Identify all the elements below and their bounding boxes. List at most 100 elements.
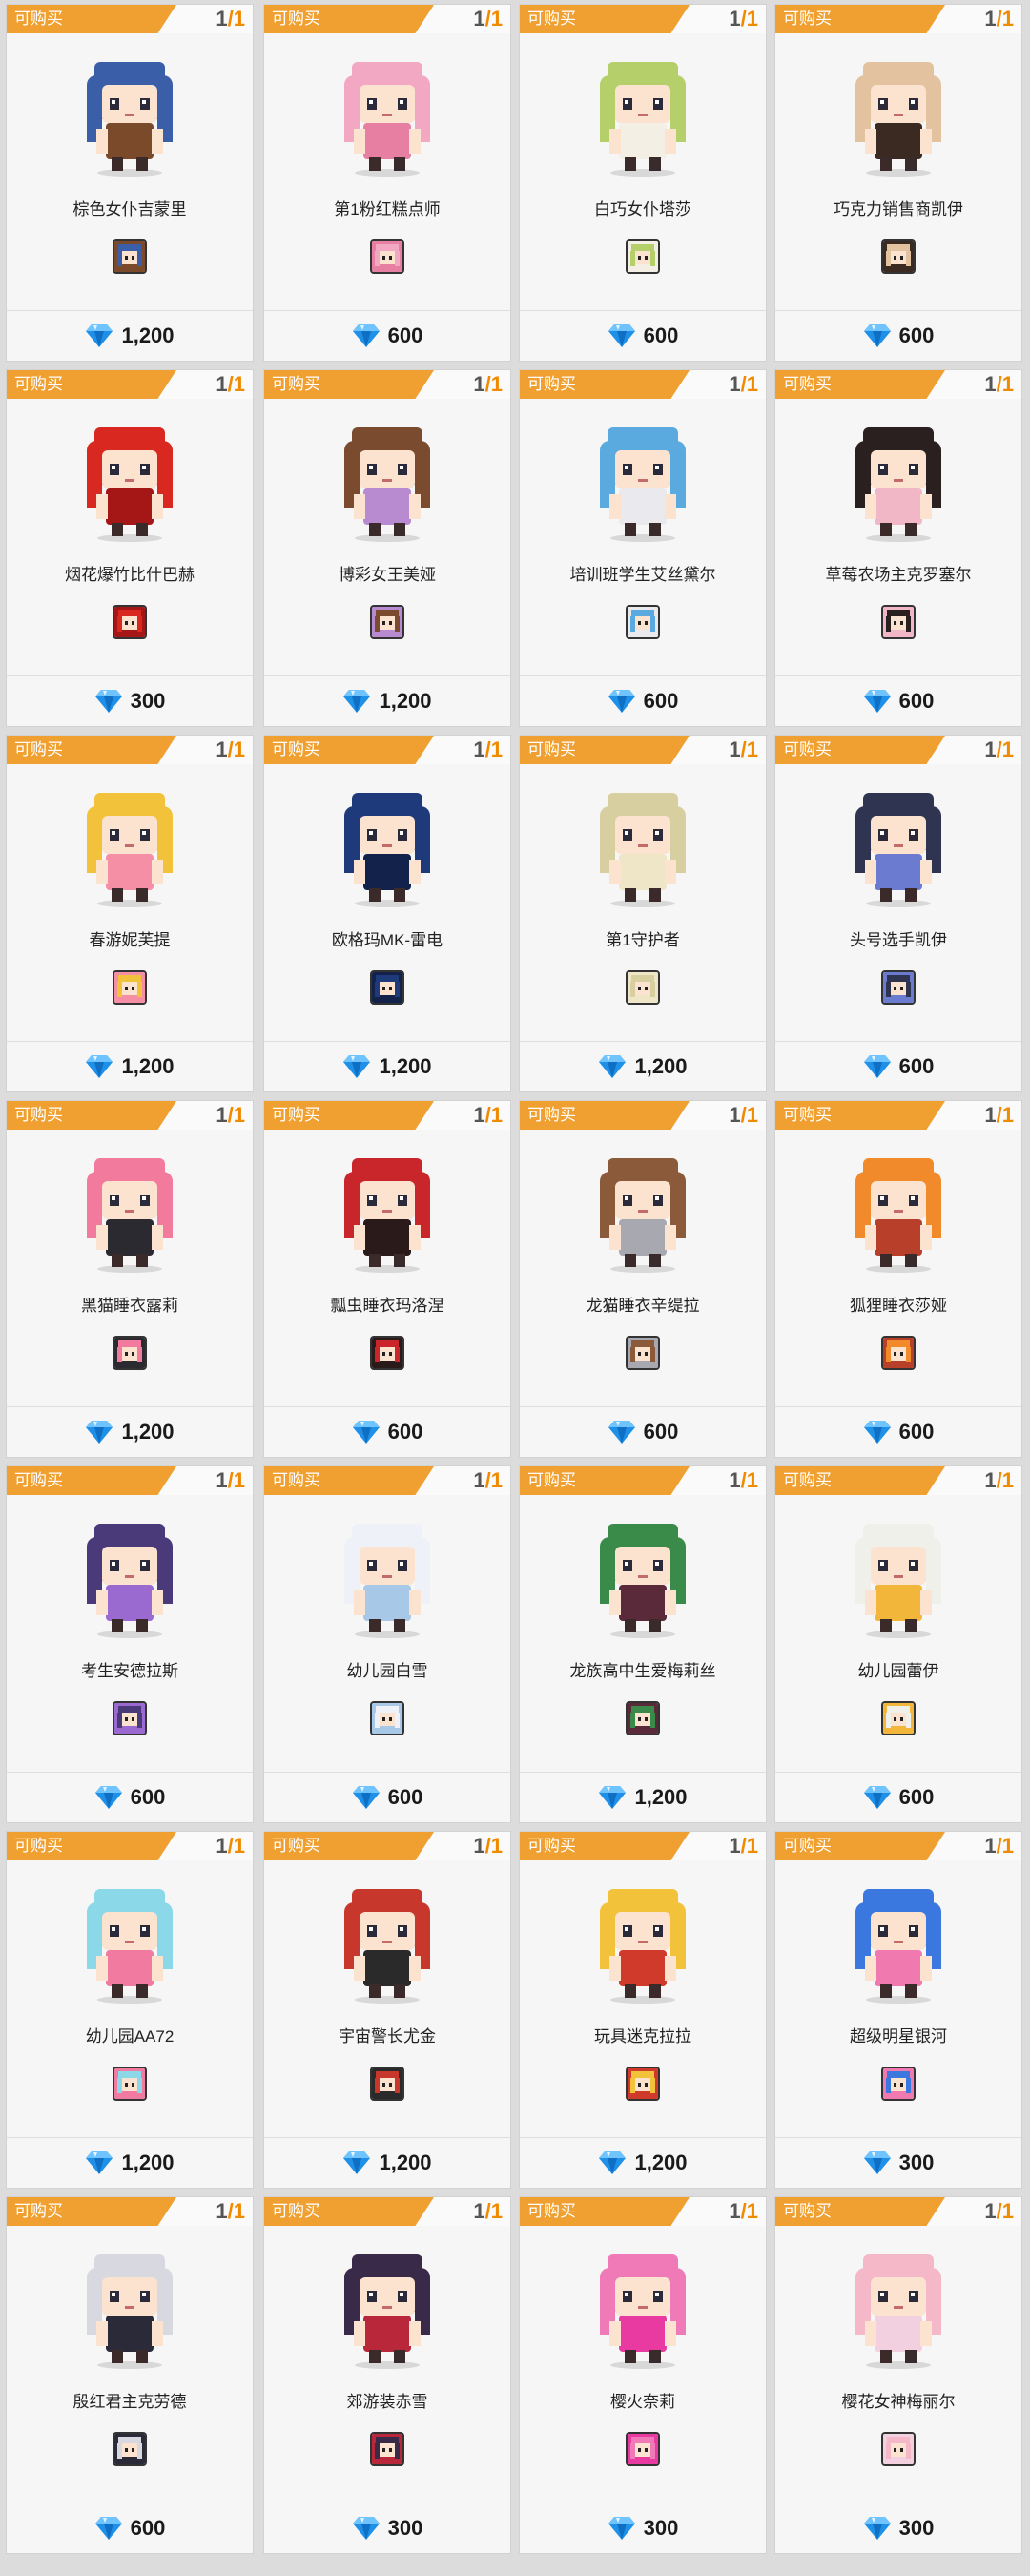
- character-thumbnail-icon[interactable]: [370, 2067, 404, 2101]
- price-bar[interactable]: 600: [7, 1772, 253, 1822]
- item-card[interactable]: 可购买 1/1 瓢虫睡衣玛洛涅 600: [263, 1100, 511, 1458]
- price-bar[interactable]: 1,200: [7, 1041, 253, 1091]
- price-bar[interactable]: 1,200: [264, 2137, 510, 2188]
- character-thumbnail-icon[interactable]: [370, 1701, 404, 1735]
- price-bar[interactable]: 1,200: [264, 675, 510, 726]
- price-bar[interactable]: 600: [775, 1406, 1021, 1457]
- character-thumbnail-icon[interactable]: [881, 239, 916, 274]
- item-card[interactable]: 可购买 1/1 烟花爆竹比什巴赫 300: [6, 369, 254, 727]
- price-bar[interactable]: 600: [775, 310, 1021, 361]
- character-thumbnail-icon[interactable]: [370, 605, 404, 639]
- purchasable-tag: 可购买: [7, 1832, 176, 1860]
- diamond-gem-icon: [863, 689, 899, 714]
- purchase-count-limit: /1: [484, 7, 503, 31]
- purchase-count-limit: /1: [227, 372, 245, 396]
- price-bar[interactable]: 1,200: [520, 1772, 766, 1822]
- character-thumbnail-icon[interactable]: [370, 239, 404, 274]
- character-thumbnail-icon[interactable]: [113, 1336, 147, 1370]
- item-card[interactable]: 可购买 1/1 幼儿园蕾伊 600: [774, 1465, 1022, 1823]
- character-thumbnail-icon[interactable]: [113, 1701, 147, 1735]
- character-thumbnail-icon[interactable]: [881, 2432, 916, 2466]
- purchase-count-current: 1: [984, 2199, 997, 2223]
- price-bar[interactable]: 1,200: [520, 2137, 766, 2188]
- item-card[interactable]: 可购买 1/1 幼儿园AA72 1,200: [6, 1831, 254, 2189]
- character-thumbnail-icon[interactable]: [113, 239, 147, 274]
- character-thumbnail-icon[interactable]: [626, 970, 660, 1005]
- character-thumbnail-icon[interactable]: [626, 605, 660, 639]
- item-card[interactable]: 可购买 1/1 玩具迷克拉拉 1,200: [519, 1831, 767, 2189]
- price-bar[interactable]: 1,200: [7, 1406, 253, 1457]
- character-thumbnail-icon[interactable]: [881, 1701, 916, 1735]
- item-card[interactable]: 可购买 1/1 黑猫睡衣露莉 1,200: [6, 1100, 254, 1458]
- price-bar[interactable]: 1,200: [264, 1041, 510, 1091]
- character-portrait: [58, 2245, 201, 2369]
- character-thumbnail-icon[interactable]: [626, 239, 660, 274]
- item-card[interactable]: 可购买 1/1 巧克力销售商凯伊 600: [774, 4, 1022, 362]
- item-card[interactable]: 可购买 1/1 博彩女王美娅 1,200: [263, 369, 511, 727]
- item-card[interactable]: 可购买 1/1 考生安德拉斯 600: [6, 1465, 254, 1823]
- character-thumbnail-icon[interactable]: [370, 1336, 404, 1370]
- character-thumbnail-icon[interactable]: [113, 970, 147, 1005]
- purchase-count-limit: /1: [484, 1103, 503, 1127]
- item-card[interactable]: 可购买 1/1 头号选手凯伊 600: [774, 735, 1022, 1092]
- item-card[interactable]: 可购买 1/1 超级明星银河 300: [774, 1831, 1022, 2189]
- purchasable-tag: 可购买: [775, 370, 945, 399]
- item-card[interactable]: 可购买 1/1 狐狸睡衣莎娅 600: [774, 1100, 1022, 1458]
- price-bar[interactable]: 300: [7, 675, 253, 726]
- character-thumbnail-icon[interactable]: [881, 2067, 916, 2101]
- price-bar[interactable]: 600: [775, 675, 1021, 726]
- price-bar[interactable]: 600: [775, 1772, 1021, 1822]
- price-bar[interactable]: 1,200: [520, 1041, 766, 1091]
- character-name: 龙族高中生爱梅莉丝: [569, 1662, 716, 1680]
- item-card[interactable]: 可购买 1/1 龙猫睡衣辛缇拉 600: [519, 1100, 767, 1458]
- price-bar[interactable]: 600: [520, 675, 766, 726]
- character-thumbnail-icon[interactable]: [113, 2067, 147, 2101]
- character-name: 超级明星银河: [850, 2027, 947, 2046]
- item-card[interactable]: 可购买 1/1 幼儿园白雪 600: [263, 1465, 511, 1823]
- character-thumbnail-icon[interactable]: [881, 1336, 916, 1370]
- character-thumbnail-icon[interactable]: [113, 605, 147, 639]
- price-bar[interactable]: 600: [775, 1041, 1021, 1091]
- price-bar[interactable]: 600: [7, 2503, 253, 2553]
- item-card[interactable]: 可购买 1/1 棕色女仆吉蒙里 1,200: [6, 4, 254, 362]
- item-card[interactable]: 可购买 1/1 樱花女神梅丽尔 300: [774, 2196, 1022, 2554]
- character-thumbnail-icon[interactable]: [370, 970, 404, 1005]
- item-card[interactable]: 可购买 1/1 欧格玛MK-雷电 1,200: [263, 735, 511, 1092]
- item-card[interactable]: 可购买 1/1 殷红君主克劳德 600: [6, 2196, 254, 2554]
- character-thumbnail-icon[interactable]: [626, 2432, 660, 2466]
- price-bar[interactable]: 300: [264, 2503, 510, 2553]
- purchase-count-current: 1: [473, 737, 485, 761]
- price-bar[interactable]: 600: [520, 310, 766, 361]
- character-thumbnail-icon[interactable]: [113, 2432, 147, 2466]
- price-bar[interactable]: 600: [264, 1772, 510, 1822]
- item-card[interactable]: 可购买 1/1 春游妮芙提 1,200: [6, 735, 254, 1092]
- price-bar[interactable]: 300: [775, 2503, 1021, 2553]
- character-thumbnail-icon[interactable]: [626, 1701, 660, 1735]
- character-thumbnail-icon[interactable]: [626, 2067, 660, 2101]
- item-card[interactable]: 可购买 1/1 龙族高中生爱梅莉丝 1,200: [519, 1465, 767, 1823]
- character-thumbnail-icon[interactable]: [626, 1336, 660, 1370]
- purchase-count-current: 1: [216, 1468, 228, 1492]
- item-card[interactable]: 可购买 1/1 宇宙警长尤金 1,200: [263, 1831, 511, 2189]
- price-bar[interactable]: 300: [775, 2137, 1021, 2188]
- item-card[interactable]: 可购买 1/1 白巧女仆塔莎 600: [519, 4, 767, 362]
- price-bar[interactable]: 600: [264, 310, 510, 361]
- item-card[interactable]: 可购买 1/1 第1粉红糕点师 600: [263, 4, 511, 362]
- character-thumbnail-icon[interactable]: [370, 2432, 404, 2466]
- character-thumbnail-icon[interactable]: [881, 605, 916, 639]
- price-bar[interactable]: 1,200: [7, 2137, 253, 2188]
- item-card[interactable]: 可购买 1/1 培训班学生艾丝黛尔 600: [519, 369, 767, 727]
- price-bar[interactable]: 1,200: [7, 310, 253, 361]
- item-card[interactable]: 可购买 1/1 草莓农场主克罗塞尔 600: [774, 369, 1022, 727]
- character-name: 幼儿园AA72: [85, 2027, 175, 2046]
- character-thumbnail-icon[interactable]: [881, 970, 916, 1005]
- card-header: 可购买 1/1: [7, 5, 253, 33]
- price-bar[interactable]: 300: [520, 2503, 766, 2553]
- price-bar[interactable]: 600: [520, 1406, 766, 1457]
- purchase-count: 1/1: [473, 1832, 503, 1860]
- item-card[interactable]: 可购买 1/1 第1守护者 1,200: [519, 735, 767, 1092]
- price-bar[interactable]: 600: [264, 1406, 510, 1457]
- purchase-count-current: 1: [984, 372, 997, 396]
- item-card[interactable]: 可购买 1/1 樱火奈莉 300: [519, 2196, 767, 2554]
- item-card[interactable]: 可购买 1/1 郊游装赤雪 300: [263, 2196, 511, 2554]
